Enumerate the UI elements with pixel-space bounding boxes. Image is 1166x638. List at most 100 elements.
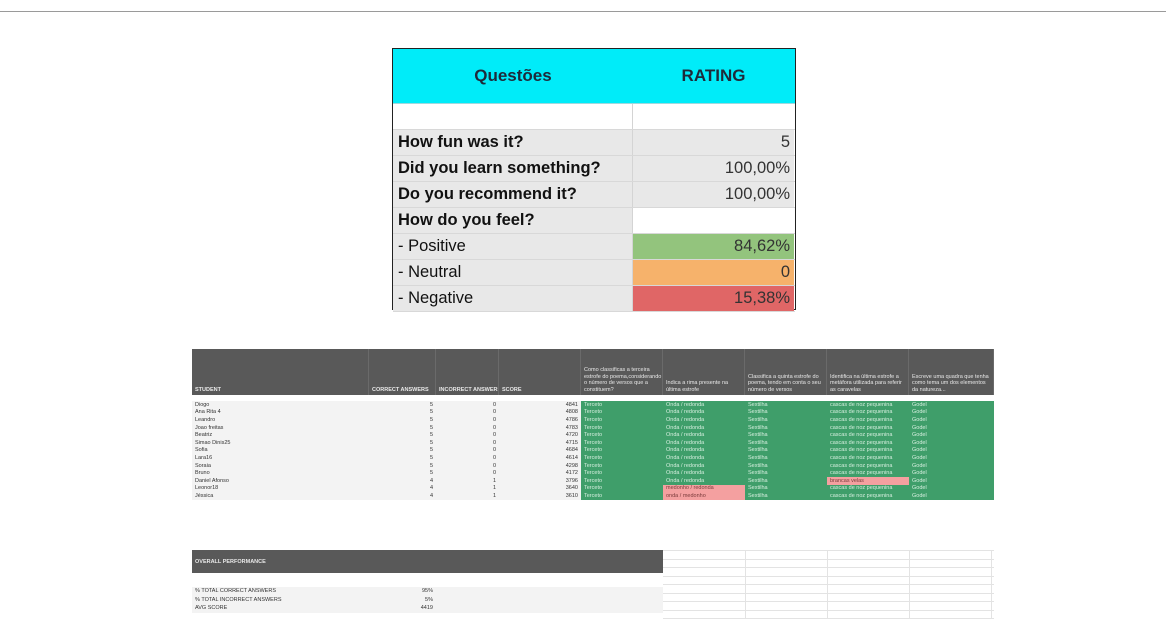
survey-row: How do you feel? [393, 208, 795, 234]
table-row: Jéssica 4 1 3610 Terceto onda / medonho Sextil… [192, 492, 994, 500]
answer-q1: Terceto [581, 461, 663, 470]
survey-row: Did you learn something? 100,00% [393, 156, 795, 182]
grid-line [663, 601, 994, 602]
answer-q3: Sextilha [745, 454, 827, 462]
student-name: Beatriz [192, 431, 369, 439]
answer-q3: Sextilha [745, 401, 827, 409]
score-value: 3796 [499, 477, 581, 485]
incorrect-count: 1 [436, 477, 499, 485]
incorrect-count: 0 [436, 416, 499, 424]
answer-q3: Sextilha [745, 469, 827, 477]
answer-q2: Onda / redonda [663, 416, 745, 424]
answer-q2: Onda / redonda [663, 461, 745, 470]
answer-q5: Godel [909, 401, 994, 409]
survey-header-question: Questões [474, 66, 552, 85]
answer-q2: Onda / redonda [663, 477, 745, 485]
correct-count: 4 [369, 492, 436, 500]
answer-q4: cascas de noz pequenina [827, 401, 909, 409]
incorrect-count: 1 [436, 492, 499, 500]
table-row: Leonor18 4 1 3640 Terceto medonho / redonda Se… [192, 484, 994, 493]
survey-rating-value: 100,00% [633, 156, 794, 181]
correct-count: 4 [369, 484, 436, 493]
incorrect-count: 0 [436, 461, 499, 470]
grid-line [663, 609, 994, 611]
answer-q1: Terceto [581, 469, 663, 477]
answer-q2: Onda / redonda [663, 439, 745, 447]
col-student-header: STUDENT [192, 349, 369, 395]
correct-count: 4 [369, 477, 436, 485]
survey-row: - Negative 15,38% [393, 286, 795, 312]
incorrect-count: 0 [436, 423, 499, 432]
correct-count: 5 [369, 416, 436, 424]
answer-q3: Sextilha [745, 477, 827, 485]
answer-q1: Terceto [581, 401, 663, 409]
grid-line [909, 550, 910, 618]
answer-q4: cascas de noz pequenina [827, 469, 909, 477]
student-name: Soraia [192, 461, 369, 470]
survey-rating-value: 84,62% [633, 234, 794, 259]
stat-value: 5% [369, 595, 436, 604]
answer-q3: Sextilha [745, 461, 827, 470]
survey-question-label: - Negative [393, 286, 633, 311]
student-name: Sofia [192, 446, 369, 455]
score-value: 4783 [499, 423, 581, 432]
survey-row: - Neutral 0 [393, 260, 795, 286]
answer-q4: cascas de noz pequenina [827, 423, 909, 432]
answer-q4: cascas de noz pequenina [827, 431, 909, 439]
survey-question-label: Do you recommend it? [393, 182, 633, 207]
correct-count: 5 [369, 454, 436, 462]
stat-label: % TOTAL CORRECT ANSWERS [192, 587, 369, 596]
answer-q5: Godel [909, 454, 994, 462]
table-row: Simao Dinis25 5 0 4715 Terceto Onda / redonda… [192, 439, 994, 447]
answer-q5: Godel [909, 461, 994, 470]
answer-q2: Onda / redonda [663, 454, 745, 462]
stat-label: AVG SCORE [192, 604, 369, 613]
score-value: 3640 [499, 484, 581, 493]
answer-q3: Sextilha [745, 492, 827, 500]
survey-rating-value: 15,38% [633, 286, 794, 311]
correct-count: 5 [369, 431, 436, 439]
answer-q1: Terceto [581, 446, 663, 455]
answer-q4: cascas de noz pequenina [827, 439, 909, 447]
grid-line [663, 575, 994, 577]
table-row: Beatriz 5 0 4720 Terceto Onda / redonda Sextil… [192, 431, 994, 439]
incorrect-count: 0 [436, 454, 499, 462]
student-name: Joao freitas [192, 423, 369, 432]
grid-line [991, 550, 992, 618]
survey-row: How fun was it? 5 [393, 130, 795, 156]
survey-question-label: - Neutral [393, 260, 633, 285]
answer-q3: Sextilha [745, 446, 827, 455]
col-q3-header: Classifica a quinta estrofe do poema, te… [745, 349, 827, 395]
answer-q4: cascas de noz pequenina [827, 408, 909, 417]
incorrect-count: 1 [436, 484, 499, 493]
answer-q5: Godel [909, 416, 994, 424]
answer-q5: Godel [909, 477, 994, 485]
survey-rating-table: Questões RATING How fun was it? 5 Did you … [392, 48, 796, 312]
table-row: Lara16 5 0 4614 Terceto Onda / redonda Sextilh… [192, 454, 994, 462]
stat-row: AVG SCORE 4419 [192, 604, 663, 613]
correct-count: 5 [369, 401, 436, 409]
answer-q4: cascas de noz pequenina [827, 484, 909, 493]
answer-q1: Terceto [581, 477, 663, 485]
answer-q5: Godel [909, 484, 994, 493]
stat-filler [436, 587, 663, 596]
student-name: Leonor18 [192, 484, 369, 493]
answer-q1: Terceto [581, 408, 663, 417]
col-incorrect-header: INCORRECT ANSWERS [436, 349, 499, 395]
answer-q3: Sextilha [745, 484, 827, 493]
answer-q2: Onda / redonda [663, 401, 745, 409]
answer-q2: Onda / redonda [663, 431, 745, 439]
answer-q1: Terceto [581, 439, 663, 447]
col-q4-header: Identifica na última estrofe a metáfora … [827, 349, 909, 395]
answer-q5: Godel [909, 446, 994, 455]
answer-q3: Sextilha [745, 423, 827, 432]
survey-question-label: How do you feel? [393, 208, 633, 233]
incorrect-count: 0 [436, 439, 499, 447]
table-row: Daniel Afonso 4 1 3796 Terceto Onda / redonda… [192, 477, 994, 485]
stat-filler [436, 595, 663, 604]
overall-performance-banner: OVERALL PERFORMANCE [192, 550, 663, 573]
grid-line [663, 567, 994, 568]
answer-q2: onda / medonho [663, 492, 745, 500]
score-value: 4720 [499, 431, 581, 439]
correct-count: 5 [369, 408, 436, 417]
